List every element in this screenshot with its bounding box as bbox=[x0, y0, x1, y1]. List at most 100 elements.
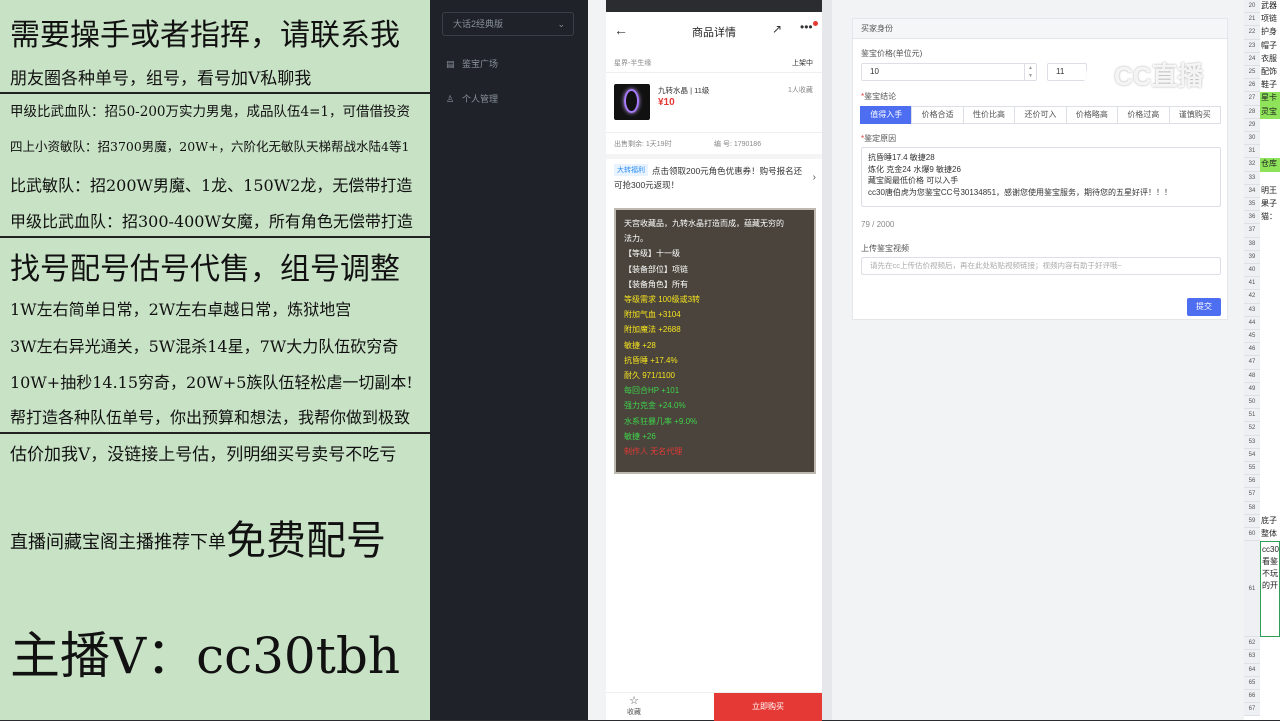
sheet-cell[interactable]: 鞋子 bbox=[1260, 79, 1280, 93]
favorite-button[interactable]: ☆ 收藏 bbox=[618, 695, 650, 717]
sheet-cell[interactable] bbox=[1260, 118, 1280, 132]
sheet-cell[interactable]: 衣服 bbox=[1260, 52, 1280, 66]
row-number: 55 bbox=[1244, 462, 1260, 476]
scroll-gutter bbox=[822, 0, 832, 720]
sheet-cell[interactable] bbox=[1260, 501, 1280, 515]
promo-line: 帮打造各种队伍单号，你出预算和想法，我帮你做到极致 bbox=[10, 408, 411, 427]
sheet-cell[interactable] bbox=[1260, 356, 1280, 370]
server-select[interactable]: 大话2经典版 ⌄ bbox=[442, 12, 574, 36]
submit-button[interactable]: 提交 bbox=[1187, 298, 1221, 316]
sheet-cell[interactable] bbox=[1260, 343, 1280, 357]
attribute-row: 【等级】十一级 bbox=[624, 249, 680, 259]
section-title: 买家身份 bbox=[853, 19, 1227, 39]
price-input[interactable]: 10 ▲ ▼ bbox=[861, 63, 1037, 81]
sheet-cell[interactable] bbox=[1260, 382, 1280, 396]
sheet-cell[interactable] bbox=[1260, 303, 1280, 317]
promo-line: 估价加我Ⅴ，没链接上号估，列明细买号卖号不吃亏 bbox=[10, 445, 397, 465]
reason-line: 炼化 克金24 水爆9 敏捷26 bbox=[868, 164, 961, 174]
divider bbox=[0, 92, 430, 94]
sheet-cell[interactable] bbox=[1260, 462, 1280, 476]
coupon-banner[interactable]: 大转福利 点击领取200元角色优惠券！购号报名还可抢300元返现！ › bbox=[606, 160, 822, 202]
sheet-cell[interactable]: 果子 bbox=[1260, 198, 1280, 212]
row-number: 28 bbox=[1244, 105, 1260, 119]
sheet-cell[interactable]: 武器 bbox=[1260, 0, 1280, 14]
sheet-cell[interactable] bbox=[1260, 448, 1280, 462]
attribute-row: 每回合HP +101 bbox=[624, 386, 680, 396]
sheet-cell[interactable]: 配饰 bbox=[1260, 66, 1280, 80]
sheet-cell[interactable]: 整体 bbox=[1260, 528, 1280, 542]
stepper-arrows[interactable]: ▲ ▼ bbox=[1024, 64, 1036, 80]
sheet-cell[interactable] bbox=[1260, 422, 1280, 436]
more-icon[interactable]: ••• bbox=[800, 20, 813, 34]
sheet-cell[interactable] bbox=[1260, 264, 1280, 278]
sheet-cell[interactable] bbox=[1260, 435, 1280, 449]
streamer-contact: 主播Ⅴ：cc30tbh bbox=[10, 627, 401, 685]
row-number: 24 bbox=[1244, 52, 1260, 66]
conclusion-label-text: 鉴宝结论 bbox=[864, 92, 897, 101]
sheet-cell[interactable] bbox=[1260, 475, 1280, 489]
sidebar-item-personal[interactable]: ♙ 个人管理 bbox=[446, 92, 498, 105]
sheet-cell[interactable]: 猫： bbox=[1260, 211, 1280, 225]
sheet-cell[interactable] bbox=[1260, 488, 1280, 502]
sheet-cell[interactable]: 护身 bbox=[1260, 26, 1280, 40]
conclusion-option[interactable]: 价格合适 bbox=[911, 106, 964, 124]
video-link-input[interactable]: 请先在cc上传估价视频后，再在此处粘贴视频链接；视频内容有助于好评哦~ bbox=[861, 257, 1221, 275]
sheet-cell[interactable]: 明王 bbox=[1260, 184, 1280, 198]
sheet-cell[interactable] bbox=[1260, 316, 1280, 330]
conclusion-option[interactable]: 价格过高 bbox=[1117, 106, 1170, 124]
row-number: 64 bbox=[1244, 663, 1260, 677]
sheet-cell[interactable] bbox=[1260, 409, 1280, 423]
item-name: 九转水晶 | 11级 bbox=[658, 86, 710, 95]
sheet-cell[interactable]: 帽子 bbox=[1260, 39, 1280, 53]
note-line: 的开 bbox=[1262, 581, 1278, 591]
sheet-cell[interactable] bbox=[1260, 330, 1280, 344]
reason-line: 藏宝阁最低价格 可以入手 bbox=[868, 176, 959, 185]
conclusion-option[interactable]: 值得入手 bbox=[860, 106, 913, 124]
conclusion-option[interactable]: 还价可入 bbox=[1014, 106, 1067, 124]
item-price: ¥10 bbox=[658, 97, 675, 108]
reason-textarea[interactable]: 抗昏睡17.4 敏捷28 炼化 克金24 水爆9 敏捷26 藏宝阁最低价格 可以入手… bbox=[861, 147, 1221, 207]
attribute-row: 水系狂暴几率 +9.0% bbox=[624, 416, 698, 426]
row-number: 58 bbox=[1244, 501, 1260, 515]
listing-status: 上架中 bbox=[792, 60, 813, 67]
attribute-row: 法力。 bbox=[624, 234, 648, 244]
row-number: 51 bbox=[1244, 409, 1260, 423]
sheet-cell[interactable]: 星卡 bbox=[1260, 92, 1280, 106]
sheet-cell[interactable] bbox=[1260, 171, 1280, 185]
sheet-cell[interactable]: 项链 bbox=[1260, 13, 1280, 27]
sheet-cell[interactable] bbox=[1260, 277, 1280, 291]
promo-line: 比武敏队：招200W男魔、1龙、150W2龙，无偿带打造 bbox=[10, 176, 413, 195]
note-line: 不玩 bbox=[1262, 569, 1278, 579]
sheet-cell[interactable]: 底子 bbox=[1260, 514, 1280, 528]
sheet-cell[interactable] bbox=[1260, 145, 1280, 159]
sheet-cell[interactable]: 仓库 bbox=[1260, 158, 1280, 172]
promo-line: 直播间藏宝阁主播推荐下单免费配号 bbox=[10, 508, 386, 566]
conclusion-option[interactable]: 性价比高 bbox=[962, 106, 1016, 124]
attribute-row: 耐久 971/1100 bbox=[624, 371, 675, 381]
sheet-cell[interactable] bbox=[1260, 290, 1280, 304]
sheet-cell[interactable] bbox=[1260, 369, 1280, 383]
price-extra-input[interactable]: 11 bbox=[1047, 63, 1087, 81]
row-number: 36 bbox=[1244, 211, 1260, 225]
sheet-cell[interactable] bbox=[1260, 237, 1280, 251]
sheet-cell[interactable] bbox=[1260, 396, 1280, 410]
conclusion-label: *鉴宝结论 bbox=[861, 92, 897, 101]
server-name: 星界-半生缘 bbox=[614, 60, 652, 67]
row-number: 53 bbox=[1244, 435, 1260, 449]
sheet-cell[interactable] bbox=[1260, 250, 1280, 264]
coupon-text: 点击领取200元角色优惠券！购号报名还可抢300元返现！ bbox=[614, 166, 803, 190]
row-number: 30 bbox=[1244, 132, 1260, 146]
attribute-row: 敏捷 +28 bbox=[624, 340, 656, 350]
sheet-cell[interactable] bbox=[1260, 224, 1280, 238]
reason-line: 抗昏睡17.4 敏捷28 bbox=[868, 153, 935, 162]
share-icon[interactable]: ↗ bbox=[772, 22, 782, 36]
note-cell[interactable]: cc30 看鉴 不玩 的开 bbox=[1260, 541, 1280, 638]
sidebar-item-appraisal-square[interactable]: ▤ 鉴宝广场 bbox=[446, 57, 498, 70]
buy-now-button[interactable]: 立即购买 bbox=[714, 693, 822, 721]
conclusion-option[interactable]: 谨慎购买 bbox=[1168, 106, 1221, 124]
item-attributes-card: 天宫收藏品，九转水晶打造而成，蕴藏无穷的 法力。 【等级】十一级 【装备部位】项链 【装… bbox=[614, 208, 816, 474]
sheet-cell[interactable]: 灵宝 bbox=[1260, 105, 1280, 119]
sheet-cell[interactable] bbox=[1260, 132, 1280, 146]
divider bbox=[606, 72, 822, 73]
conclusion-option[interactable]: 价格略高 bbox=[1065, 106, 1119, 124]
